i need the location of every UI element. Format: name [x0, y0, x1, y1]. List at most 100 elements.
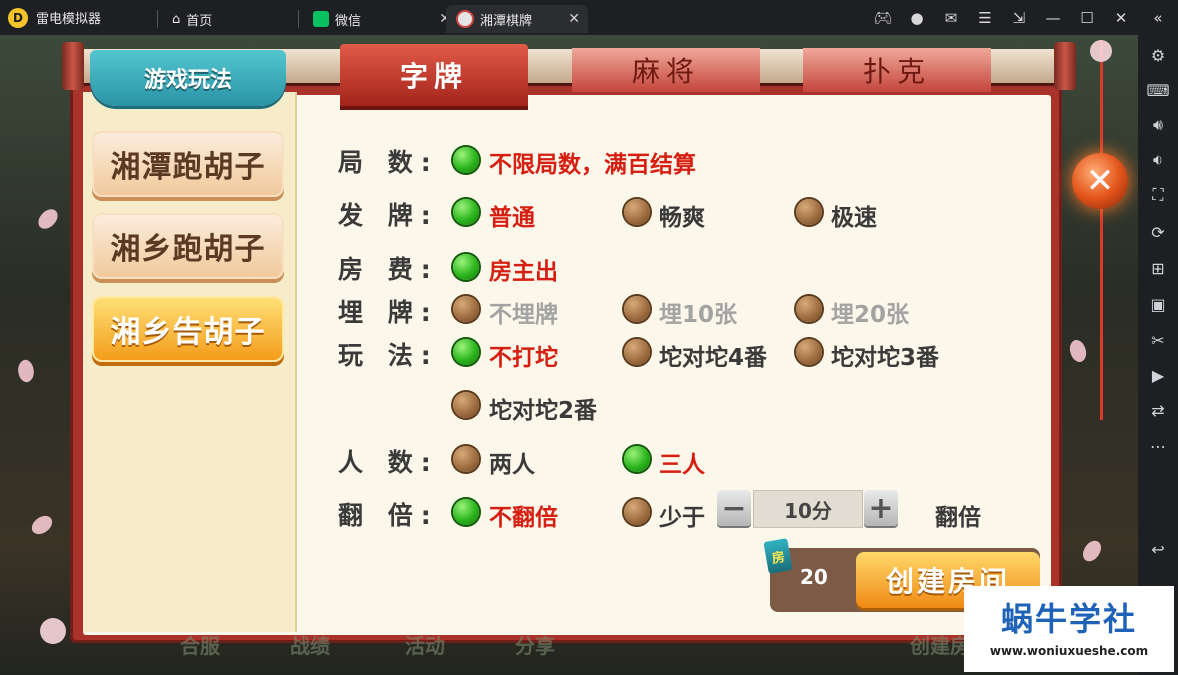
- play-option-3x[interactable]: 坨对坨3番: [831, 338, 939, 372]
- watermark-title: 蜗牛学社: [1000, 600, 1137, 638]
- play-option-4x[interactable]: 坨对坨4番: [659, 338, 767, 372]
- gamepad-icon[interactable]: 🎮︎: [866, 0, 900, 35]
- add-window-icon[interactable]: ⊞: [1144, 254, 1172, 282]
- fee-radio-owner[interactable]: [453, 254, 479, 280]
- minimize-icon[interactable]: —: [1036, 0, 1070, 35]
- deal-option-fast[interactable]: 极速: [831, 198, 877, 232]
- category-label: 湘乡告胡子: [110, 315, 266, 350]
- menu-icon[interactable]: ☰: [968, 0, 1002, 35]
- collapse-sidebar-icon[interactable]: «: [1138, 0, 1178, 35]
- double-option-none[interactable]: 不翻倍: [489, 498, 558, 532]
- players-option-three[interactable]: 三人: [659, 445, 705, 479]
- players-option-two[interactable]: 两人: [489, 445, 535, 479]
- deal-radio-fast[interactable]: [796, 199, 822, 225]
- pin-icon[interactable]: ⇲: [1002, 0, 1036, 35]
- tab-divider: [298, 10, 299, 28]
- bury-option-20[interactable]: 埋20张: [831, 295, 909, 329]
- close-panel-button[interactable]: ✕: [1072, 153, 1128, 209]
- record-icon[interactable]: ▶: [1144, 361, 1172, 389]
- plus-icon: +: [868, 490, 894, 526]
- deal-radio-normal[interactable]: [453, 199, 479, 225]
- footer-item: 活动: [405, 634, 445, 658]
- play-option-none[interactable]: 不打坨: [489, 338, 558, 372]
- title-bar: D 雷电模拟器 ⌂ 首页 微信 ✕ 湘潭棋牌 ✕ 🎮︎ ● ✉ ☰ ⇲ — ☐ …: [0, 0, 1178, 35]
- double-radio-lessthan[interactable]: [624, 499, 650, 525]
- footer-item: 分享: [515, 634, 555, 658]
- tab-label: 湘潭棋牌: [480, 13, 533, 29]
- play-option-2x[interactable]: 坨对坨2番: [489, 391, 597, 425]
- double-radio-none[interactable]: [453, 499, 479, 525]
- app-name: 雷电模拟器: [36, 12, 102, 27]
- fee-option-owner[interactable]: 房主出: [489, 252, 558, 286]
- tab-home[interactable]: ⌂ 首页: [162, 5, 302, 33]
- play-radio-3x[interactable]: [796, 339, 822, 365]
- settings-icon[interactable]: ⚙: [1144, 41, 1172, 69]
- maximize-icon[interactable]: ☐: [1070, 0, 1104, 35]
- tab-zipai-label: 字牌: [399, 60, 468, 93]
- bury-option-10[interactable]: 埋10张: [659, 295, 737, 329]
- category-xiangxiang-paohuzi[interactable]: 湘乡跑胡子: [92, 213, 284, 279]
- footer-item: 战绩: [290, 634, 330, 658]
- tab-zipai[interactable]: 字牌: [340, 44, 528, 106]
- tab-wechat[interactable]: 微信 ✕: [303, 5, 451, 33]
- players-label: 人 数:: [338, 448, 439, 477]
- decoration-rope: [1100, 40, 1103, 420]
- tab-label: 首页: [186, 13, 213, 29]
- section-title: 游戏玩法: [90, 50, 286, 106]
- double-label: 翻 倍:: [338, 501, 439, 530]
- rotate-icon[interactable]: ⟳: [1144, 218, 1172, 246]
- tab-puke-label: 扑克: [862, 55, 931, 88]
- footer-item: 合服: [180, 634, 220, 658]
- bury-option-none[interactable]: 不埋牌: [489, 295, 558, 329]
- bury-radio-none[interactable]: [453, 296, 479, 322]
- scroll-cap-right: [1054, 42, 1076, 90]
- players-radio-two[interactable]: [453, 446, 479, 472]
- play-radio-4x[interactable]: [624, 339, 650, 365]
- tab-game[interactable]: 湘潭棋牌 ✕: [446, 5, 588, 33]
- emulator-sidebar: ⚙ ⌨ 🔊︎ 🔉︎ ⛶ ⟳ ⊞ ▣ ✂ ▶ ⇄ ⋯ ↩: [1138, 35, 1178, 675]
- close-window-icon[interactable]: ✕: [1104, 0, 1138, 35]
- tab-majiang[interactable]: 麻将: [572, 48, 760, 92]
- double-option-lessthan[interactable]: 少于: [659, 498, 705, 532]
- decrease-button[interactable]: −: [717, 490, 751, 526]
- category-xiangxiang-gaohuzi[interactable]: 湘乡告胡子: [92, 296, 284, 362]
- account-icon[interactable]: ●: [900, 0, 934, 35]
- game-icon: [456, 10, 474, 28]
- players-radio-three[interactable]: [624, 446, 650, 472]
- increase-button[interactable]: +: [864, 490, 898, 526]
- deal-option-smooth[interactable]: 畅爽: [659, 198, 705, 232]
- watermark: 蜗牛学社 www.woniuxueshe.com: [964, 586, 1174, 672]
- mail-icon[interactable]: ✉: [934, 0, 968, 35]
- scissors-icon[interactable]: ✂: [1144, 326, 1172, 354]
- rounds-label: 局 数:: [338, 148, 439, 177]
- bury-radio-20[interactable]: [796, 296, 822, 322]
- back-icon[interactable]: ↩: [1144, 535, 1172, 563]
- deal-radio-smooth[interactable]: [624, 199, 650, 225]
- section-title-text: 游戏玩法: [143, 68, 232, 93]
- category-xiangtan-paohuzi[interactable]: 湘潭跑胡子: [92, 131, 284, 197]
- rounds-option-label[interactable]: 不限局数，满百结算: [489, 145, 696, 179]
- deal-option-normal[interactable]: 普通: [489, 198, 535, 232]
- fee-label: 房 费:: [338, 255, 439, 284]
- sync-icon[interactable]: ⇄: [1144, 396, 1172, 424]
- more-icon[interactable]: ⋯: [1144, 432, 1172, 460]
- close-tab-icon[interactable]: ✕: [568, 11, 580, 27]
- keyboard-icon[interactable]: ⌨: [1144, 76, 1172, 104]
- scroll-cap-left: [62, 42, 84, 90]
- bury-radio-10[interactable]: [624, 296, 650, 322]
- footer-item: 创建房: [910, 634, 970, 658]
- apk-icon[interactable]: ▣: [1144, 290, 1172, 318]
- rounds-radio-unlimited[interactable]: [453, 147, 479, 173]
- fullscreen-icon[interactable]: ⛶: [1144, 181, 1172, 209]
- watermark-url: www.woniuxueshe.com: [989, 644, 1149, 658]
- deal-label: 发 牌:: [338, 201, 439, 230]
- tab-puke[interactable]: 扑克: [803, 48, 991, 92]
- volume-down-icon[interactable]: 🔉︎: [1144, 146, 1172, 174]
- double-suffix-label: 翻倍: [935, 505, 981, 531]
- play-radio-none[interactable]: [453, 339, 479, 365]
- play-radio-2x[interactable]: [453, 392, 479, 418]
- tab-label: 微信: [335, 13, 362, 29]
- volume-up-icon[interactable]: 🔊︎: [1144, 111, 1172, 139]
- blossom-decoration: [40, 618, 66, 644]
- app-brand: D 雷电模拟器: [8, 0, 101, 35]
